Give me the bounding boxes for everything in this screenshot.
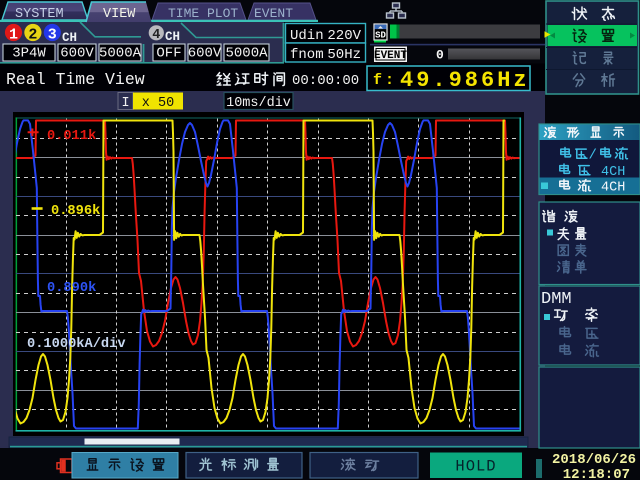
svg-text:CH: CH <box>165 30 180 44</box>
svg-text:4CH: 4CH <box>601 181 625 196</box>
svg-text:Real Time View: Real Time View <box>6 70 145 89</box>
svg-text:2: 2 <box>28 27 37 44</box>
svg-text:EVENT: EVENT <box>374 50 407 62</box>
svg-text:0: 0 <box>436 48 444 63</box>
svg-text:220V: 220V <box>327 28 361 44</box>
svg-text:50Hz: 50Hz <box>327 47 361 63</box>
svg-text:4: 4 <box>152 28 160 43</box>
svg-text:0.896k: 0.896k <box>51 204 100 219</box>
svg-text:1: 1 <box>9 27 18 44</box>
svg-text:00:00:00: 00:00:00 <box>292 73 359 89</box>
svg-text:0.1000kA/div: 0.1000kA/div <box>27 337 126 352</box>
svg-text:600V: 600V <box>188 46 222 62</box>
svg-text:5000A: 5000A <box>99 46 142 62</box>
svg-text:2018/06/26: 2018/06/26 <box>552 452 636 468</box>
svg-text:SD: SD <box>375 31 386 41</box>
svg-text:HOLD: HOLD <box>455 458 496 476</box>
svg-text:EVENT: EVENT <box>254 6 293 21</box>
svg-text:Udin: Udin <box>290 28 324 44</box>
svg-text:OFF: OFF <box>156 46 181 62</box>
svg-text:TIME PLOT: TIME PLOT <box>168 6 238 21</box>
svg-text:3P4W: 3P4W <box>12 46 46 62</box>
svg-text:fnom: fnom <box>290 47 324 63</box>
svg-text:3: 3 <box>48 27 57 44</box>
svg-text:49.986Hz: 49.986Hz <box>400 68 530 93</box>
svg-text:0.011k: 0.011k <box>47 129 96 144</box>
svg-text:I: I <box>121 96 129 111</box>
svg-text:600V: 600V <box>60 46 94 62</box>
svg-text:5000A: 5000A <box>225 46 268 62</box>
svg-text:0.890k: 0.890k <box>47 281 96 296</box>
svg-text:VIEW: VIEW <box>103 7 136 22</box>
svg-text:x 50: x 50 <box>142 96 174 111</box>
svg-text:10ms/div: 10ms/div <box>226 96 291 111</box>
svg-text:SYSTEM: SYSTEM <box>15 7 64 22</box>
svg-text:CH: CH <box>62 31 77 45</box>
svg-text:f:: f: <box>373 72 397 89</box>
svg-text:12:18:07: 12:18:07 <box>563 467 630 480</box>
svg-text:/: / <box>589 148 597 164</box>
svg-text:DMM: DMM <box>541 290 572 309</box>
